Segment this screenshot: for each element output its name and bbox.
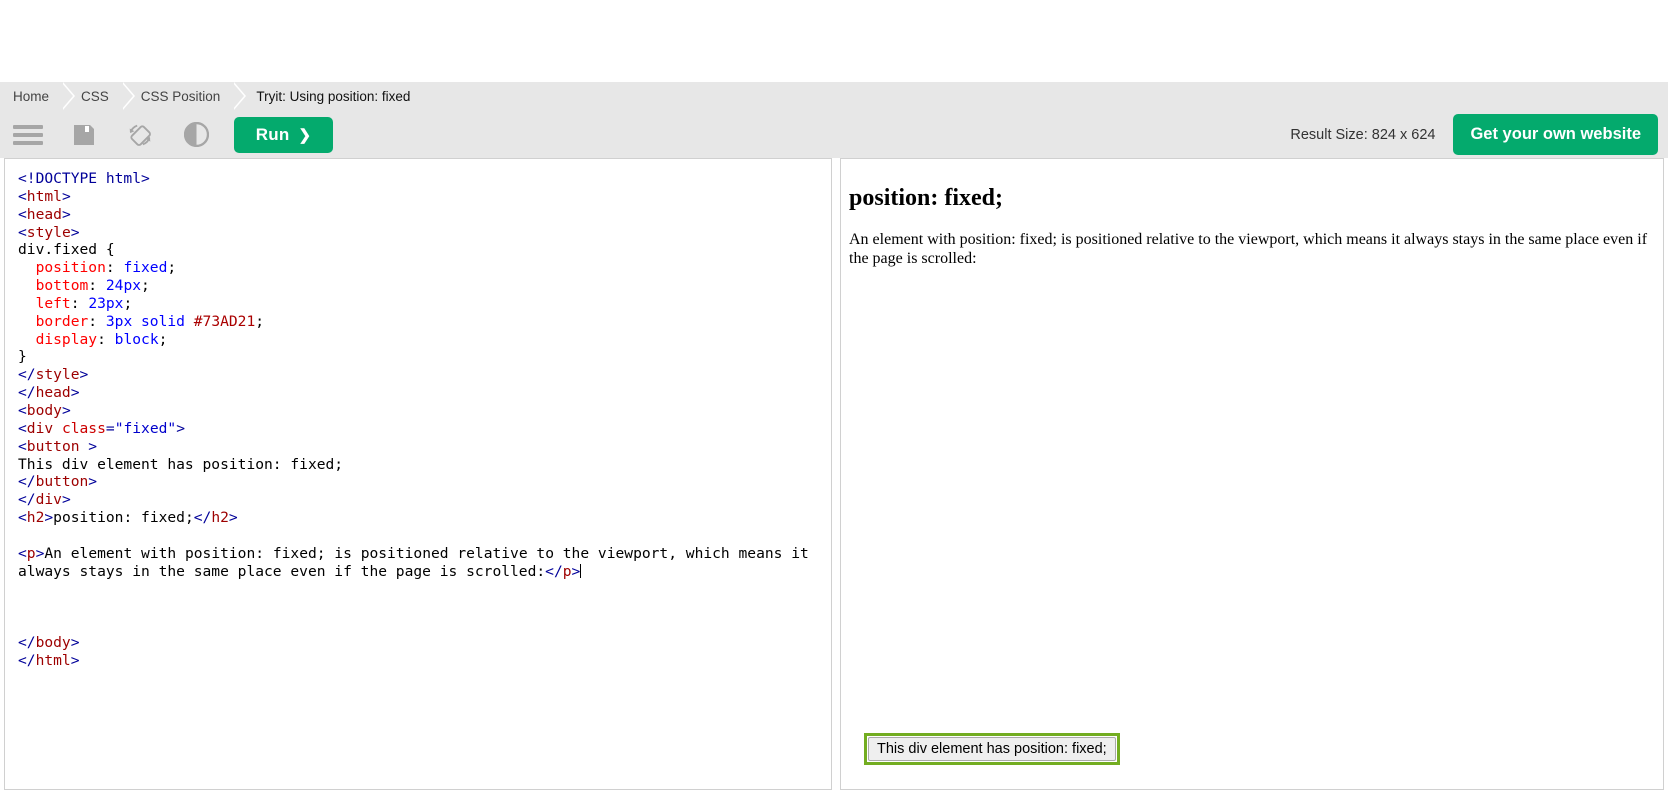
breadcrumb-item-current: Tryit: Using position: fixed bbox=[234, 82, 425, 111]
editor-result-split: <!DOCTYPE html> <html> <head> <style> di… bbox=[0, 158, 1668, 798]
breadcrumb-item-css-position[interactable]: CSS Position bbox=[122, 82, 246, 111]
code-editor-pane[interactable]: <!DOCTYPE html> <html> <head> <style> di… bbox=[4, 158, 832, 790]
fixed-div-button[interactable]: This div element has position: fixed; bbox=[868, 737, 1116, 761]
dark-mode-contrast-icon[interactable] bbox=[168, 111, 224, 158]
run-button-label: Run bbox=[255, 124, 290, 144]
result-paragraph: An element with position: fixed; is posi… bbox=[849, 231, 1648, 267]
result-preview-pane: position: fixed; An element with positio… bbox=[840, 158, 1664, 790]
result-size-label: Result Size: 824 x 624 bbox=[1290, 126, 1436, 143]
code-editor-text[interactable]: <!DOCTYPE html> <html> <head> <style> di… bbox=[5, 159, 831, 670]
rotate-orientation-icon[interactable] bbox=[112, 111, 168, 158]
breadcrumb: Home CSS CSS Position Tryit: Using posit… bbox=[0, 82, 1668, 111]
breadcrumb-item-home[interactable]: Home bbox=[0, 82, 76, 111]
hamburger-menu-icon[interactable] bbox=[0, 111, 56, 158]
get-website-label: Get your own website bbox=[1470, 125, 1641, 143]
chevron-right-icon: ❯ bbox=[298, 126, 312, 144]
run-button[interactable]: Run ❯ bbox=[234, 116, 333, 153]
fixed-position-box: This div element has position: fixed; bbox=[864, 733, 1120, 765]
save-floppy-icon[interactable] bbox=[56, 111, 112, 158]
result-heading: position: fixed; bbox=[849, 185, 1004, 211]
result-document: position: fixed; An element with positio… bbox=[841, 159, 1663, 789]
editor-toolbar: Run ❯ Result Size: 824 x 624 Get your ow… bbox=[0, 111, 1668, 158]
tryit-editor-page: Home CSS CSS Position Tryit: Using posit… bbox=[0, 0, 1668, 798]
text-cursor bbox=[580, 563, 582, 578]
get-your-own-website-button[interactable]: Get your own website bbox=[1453, 114, 1658, 155]
